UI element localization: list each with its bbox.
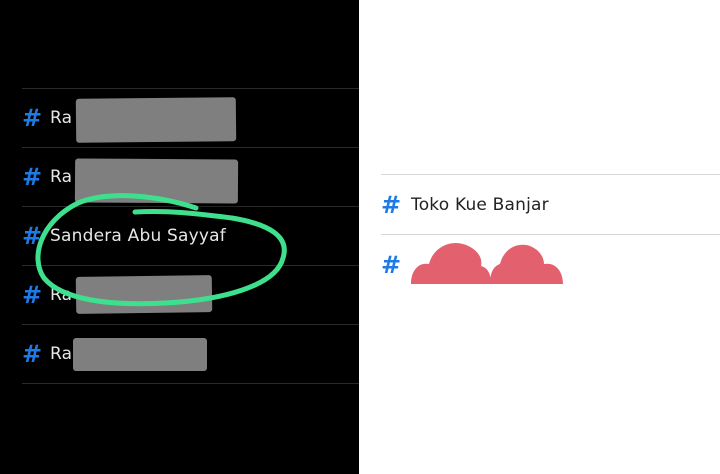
hashtag-icon: #	[381, 251, 402, 279]
divider	[381, 234, 720, 235]
cloud-sticker-icon	[411, 242, 491, 284]
cloud-sticker-icon	[490, 244, 563, 284]
channel-row-toko-kue-banjar[interactable]: # Toko Kue Banjar	[381, 176, 720, 234]
highlight-circle-annotation	[35, 193, 287, 307]
right-screenshot-panel: # Toko Kue Banjar # ar	[359, 0, 720, 474]
left-screenshot-panel: # Ra # Ra # Sandera Abu Sayyaf # Ra # Ra	[0, 0, 359, 474]
channel-label: Toko Kue Banjar	[411, 195, 549, 215]
hashtag-icon: #	[381, 191, 402, 219]
divider	[381, 174, 720, 175]
